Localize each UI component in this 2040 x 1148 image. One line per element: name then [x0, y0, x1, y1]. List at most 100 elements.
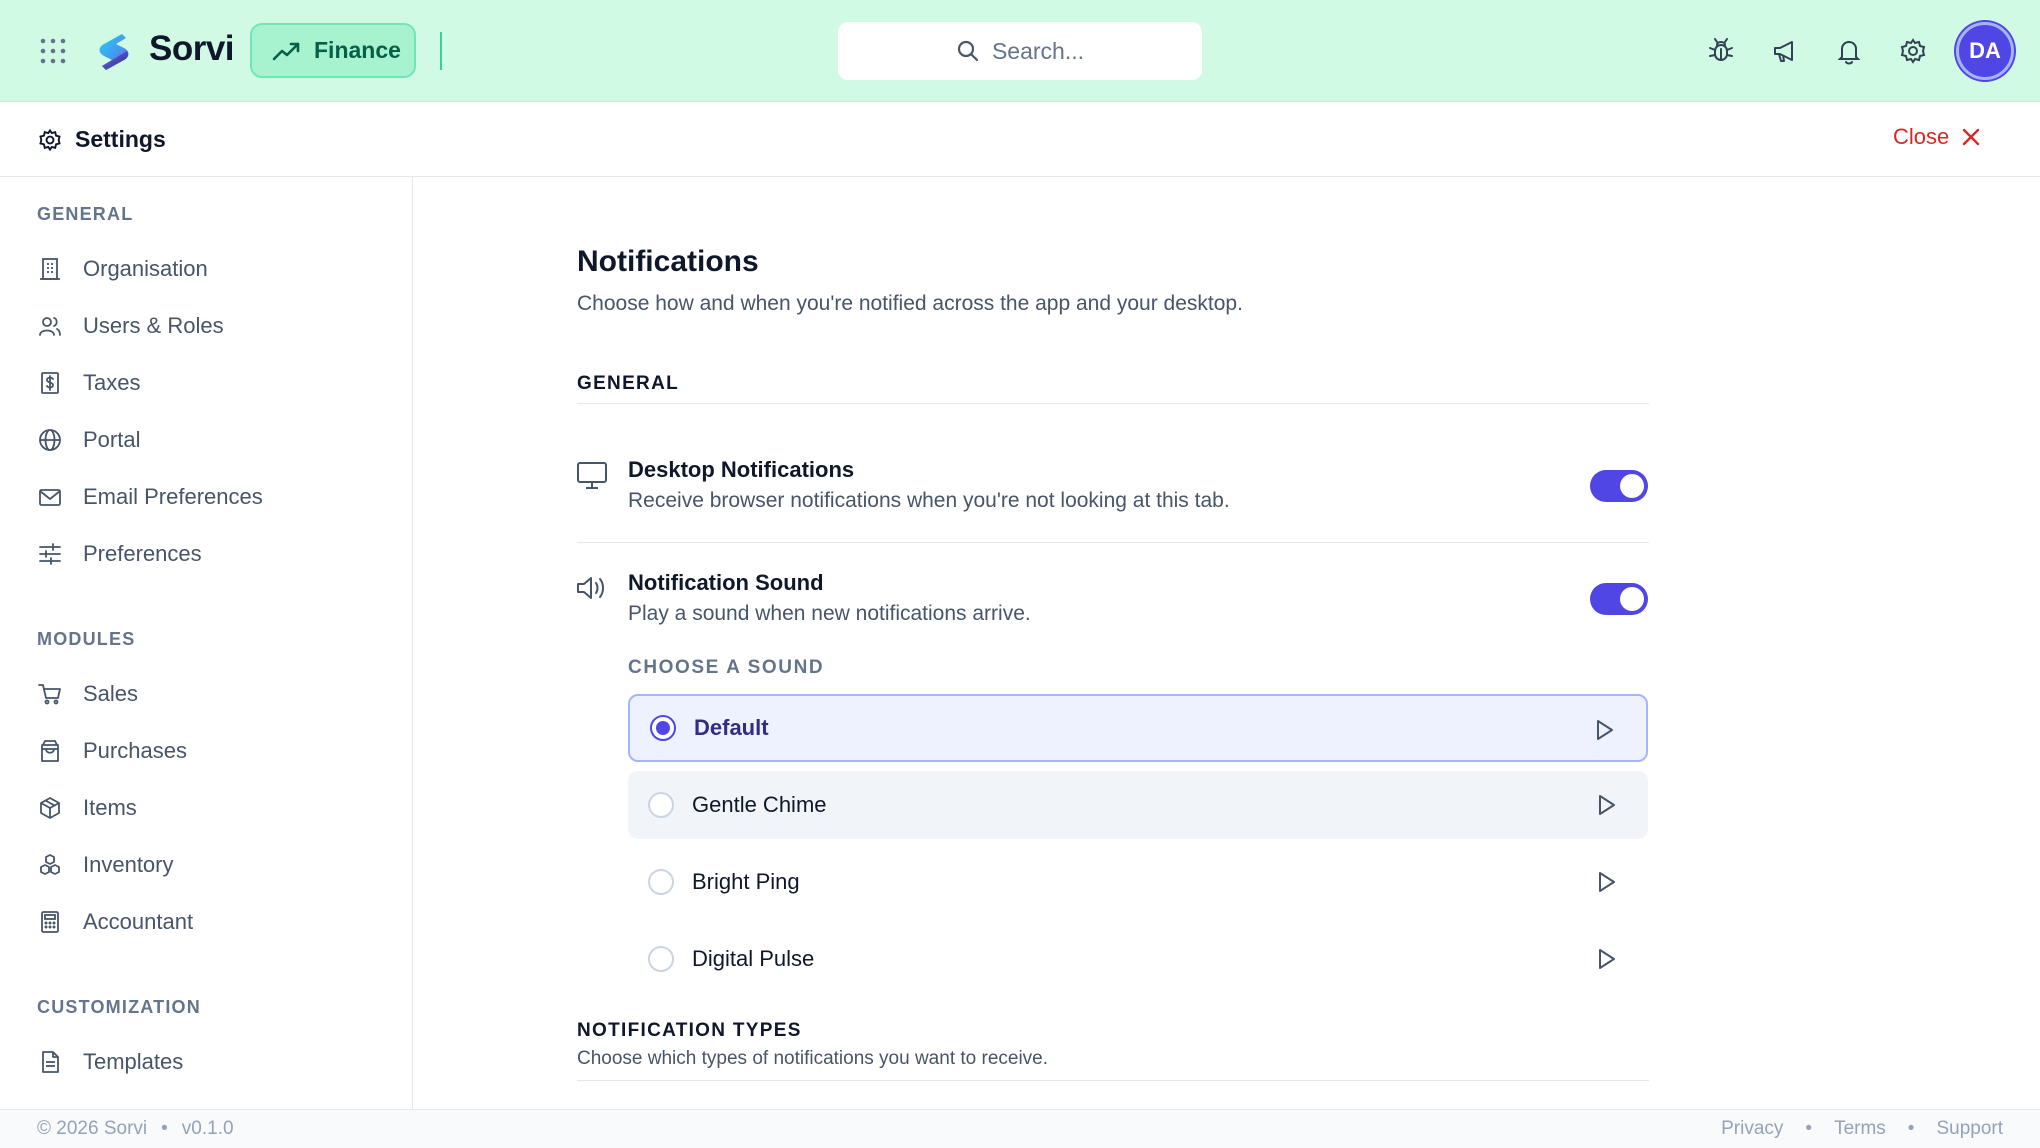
sidebar-section-modules: MODULES	[37, 629, 136, 649]
sidebar-item-inventory[interactable]: Inventory	[37, 845, 174, 885]
play-icon[interactable]	[1594, 947, 1618, 971]
close-icon	[1963, 128, 1980, 146]
notification-types-desc: Choose which types of notifications you …	[577, 1048, 1049, 1069]
gear-icon[interactable]	[1898, 36, 1928, 66]
radio-unselected[interactable]	[648, 869, 674, 895]
calculator-icon	[41, 911, 59, 933]
notification-sound-title: Notification Sound	[628, 570, 824, 595]
sidebar-item-label: Taxes	[83, 370, 141, 395]
users-icon	[39, 317, 61, 336]
separator-dot: •	[1907, 1118, 1915, 1139]
settings-header: Settings Close	[0, 102, 2040, 177]
building-icon	[40, 258, 60, 280]
sidebar-item-accountant[interactable]: Accountant	[37, 902, 193, 942]
sound-option-label: Digital Pulse	[692, 946, 815, 971]
notification-sound-desc: Play a sound when new notifications arri…	[628, 602, 1031, 625]
section-heading-notification-types: NOTIFICATION TYPES	[577, 1020, 802, 1041]
desktop-notifications-title: Desktop Notifications	[628, 457, 855, 482]
divider	[440, 32, 442, 70]
close-label: Close	[1893, 124, 1950, 149]
sidebar-item-users-roles[interactable]: Users & Roles	[37, 306, 224, 346]
play-icon[interactable]	[1594, 793, 1618, 817]
sidebar-item-organisation[interactable]: Organisation	[37, 249, 208, 289]
user-avatar[interactable]: DA	[1956, 22, 2014, 80]
package-icon	[40, 797, 60, 819]
sidebar-item-label: Preferences	[83, 541, 202, 566]
radio-selected[interactable]	[650, 715, 676, 741]
page-subtitle: Choose how and when you're notified acro…	[577, 292, 1243, 315]
privacy-link[interactable]: Privacy	[1721, 1118, 1783, 1140]
sidebar-item-label: Email Preferences	[83, 484, 263, 509]
sidebar-section-customization: CUSTOMIZATION	[37, 997, 201, 1017]
sound-option-bright-ping[interactable]: Bright Ping	[628, 848, 1648, 916]
play-icon[interactable]	[1592, 718, 1616, 742]
sidebar-item-label: Items	[83, 795, 137, 820]
desktop-notifications-toggle[interactable]	[1590, 470, 1648, 502]
toggle-knob	[1620, 587, 1644, 611]
sound-option-label: Gentle Chime	[692, 792, 827, 817]
sidebar-item-sales[interactable]: Sales	[37, 674, 138, 714]
sound-option-digital-pulse[interactable]: Digital Pulse	[628, 925, 1648, 993]
settings-gear-icon	[39, 128, 61, 152]
copyright: © 2026 Sorvi	[37, 1118, 148, 1139]
sidebar-item-label: Portal	[83, 427, 141, 452]
sidebar-item-portal[interactable]: Portal	[37, 420, 140, 460]
radio-unselected[interactable]	[648, 792, 674, 818]
sidebar-item-label: Accountant	[83, 909, 194, 934]
apps-grid-icon[interactable]	[38, 36, 68, 66]
separator-dot: •	[1805, 1118, 1813, 1139]
search-input[interactable]: Search...	[838, 22, 1202, 80]
boxes-icon	[40, 854, 60, 875]
sidebar-item-label: Organisation	[83, 256, 208, 281]
sound-option-default[interactable]: Default	[628, 694, 1648, 762]
radio-unselected[interactable]	[648, 946, 674, 972]
sliders-icon	[39, 543, 61, 565]
settings-title: Settings	[75, 126, 166, 152]
sidebar-item-label: Purchases	[83, 738, 187, 763]
sidebar-item-label: Inventory	[83, 852, 174, 877]
module-switcher-button[interactable]: Finance	[250, 23, 416, 78]
choose-sound-label: CHOOSE A SOUND	[628, 657, 825, 678]
search-placeholder: Search...	[991, 37, 1085, 64]
monitor-icon	[577, 462, 607, 489]
support-link[interactable]: Support	[1936, 1118, 2003, 1140]
divider	[577, 403, 1649, 404]
sidebar-item-label: Users & Roles	[83, 313, 224, 338]
version: v0.1.0	[181, 1118, 234, 1139]
notification-sound-toggle[interactable]	[1590, 583, 1648, 615]
sidebar-item-email-preferences[interactable]: Email Preferences	[37, 477, 263, 517]
sidebar-section-general: GENERAL	[37, 204, 134, 224]
volume-icon	[577, 577, 604, 599]
section-heading-general: GENERAL	[577, 373, 679, 394]
sidebar-item-taxes[interactable]: Taxes	[37, 363, 140, 403]
sorvi-logo-icon[interactable]	[92, 30, 136, 74]
close-settings-button[interactable]: Close	[1893, 124, 1981, 150]
terms-link[interactable]: Terms	[1834, 1118, 1886, 1140]
sidebar-item-purchases[interactable]: Purchases	[37, 731, 187, 771]
settings-sidebar: GENERAL Organisation Users & Roles Taxes…	[0, 177, 413, 1109]
brand-name: Sorvi	[149, 29, 235, 68]
mail-icon	[39, 489, 61, 506]
play-icon[interactable]	[1594, 870, 1618, 894]
megaphone-icon[interactable]	[1770, 36, 1800, 66]
divider	[577, 542, 1649, 543]
bug-icon[interactable]	[1706, 36, 1736, 66]
sidebar-item-label: Sales	[83, 681, 139, 706]
cart-icon	[38, 684, 61, 705]
divider	[577, 1080, 1649, 1081]
dollar-receipt-icon	[41, 372, 59, 394]
sidebar-item-preferences[interactable]: Preferences	[37, 534, 202, 574]
document-icon	[42, 1051, 59, 1073]
top-bar: Sorvi Finance Search... DA	[0, 0, 2040, 102]
page-title: Notifications	[577, 245, 759, 278]
sidebar-item-templates[interactable]: Templates	[37, 1042, 183, 1082]
bell-icon[interactable]	[1834, 36, 1864, 66]
shopping-bag-icon	[41, 740, 59, 762]
sound-option-gentle-chime[interactable]: Gentle Chime	[628, 771, 1648, 839]
sound-option-label: Bright Ping	[692, 869, 800, 894]
sidebar-item-items[interactable]: Items	[37, 788, 137, 828]
separator-dot: •	[161, 1118, 168, 1139]
toggle-knob	[1620, 474, 1644, 498]
module-label: Finance	[314, 37, 401, 63]
footer: © 2026 Sorvi • v0.1.0 Privacy • Terms • …	[0, 1109, 2040, 1148]
